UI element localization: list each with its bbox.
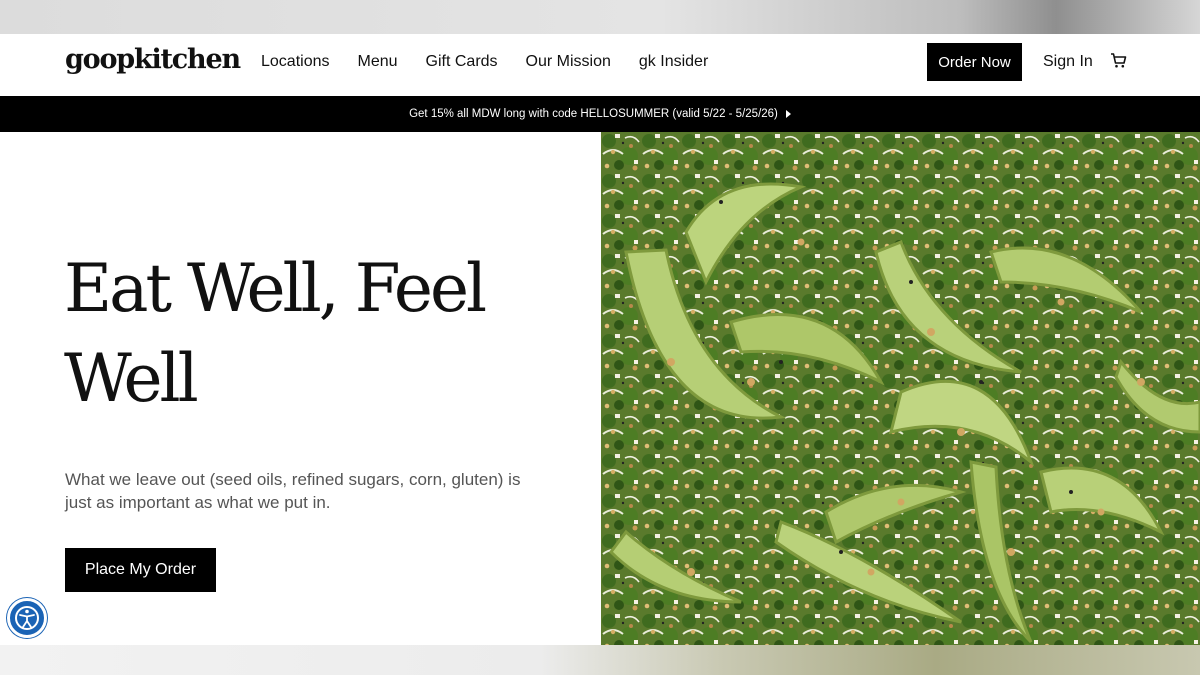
promo-text: Get 15% all MDW long with code HELLOSUMM… xyxy=(409,108,778,120)
nav-item-menu[interactable]: Menu xyxy=(358,53,398,71)
play-arrow-icon xyxy=(785,110,791,118)
cart-icon[interactable] xyxy=(1110,52,1127,69)
hero-salad-image xyxy=(601,132,1200,645)
salad-illustration xyxy=(601,132,1200,645)
nav-item-locations[interactable]: Locations xyxy=(261,53,330,71)
hero-headline: Eat Well, Feel Well xyxy=(64,250,487,417)
sign-in-link[interactable]: Sign In xyxy=(1043,53,1093,71)
hero-text-panel: Eat Well, Feel Well What we leave out (s… xyxy=(0,132,600,645)
main-nav: Locations Menu Gift Cards Our Mission gk… xyxy=(261,53,736,71)
place-my-order-button[interactable]: Place My Order xyxy=(65,548,216,592)
order-now-button[interactable]: Order Now xyxy=(927,43,1022,81)
nav-item-gk-insider[interactable]: gk Insider xyxy=(639,53,708,71)
promo-banner[interactable]: Get 15% all MDW long with code HELLOSUMM… xyxy=(0,96,1200,132)
top-blur-strip xyxy=(0,0,1200,34)
hero-subtext: What we leave out (seed oils, refined su… xyxy=(65,470,521,512)
nav-item-our-mission[interactable]: Our Mission xyxy=(526,53,611,71)
goopkitchen-logo[interactable]: goopkitchen xyxy=(65,44,241,75)
bottom-blur-strip xyxy=(0,645,1200,675)
nav-item-gift-cards[interactable]: Gift Cards xyxy=(426,53,498,71)
accessibility-icon[interactable] xyxy=(7,598,47,638)
site-header: goopkitchen Locations Menu Gift Cards Ou… xyxy=(0,34,1200,96)
